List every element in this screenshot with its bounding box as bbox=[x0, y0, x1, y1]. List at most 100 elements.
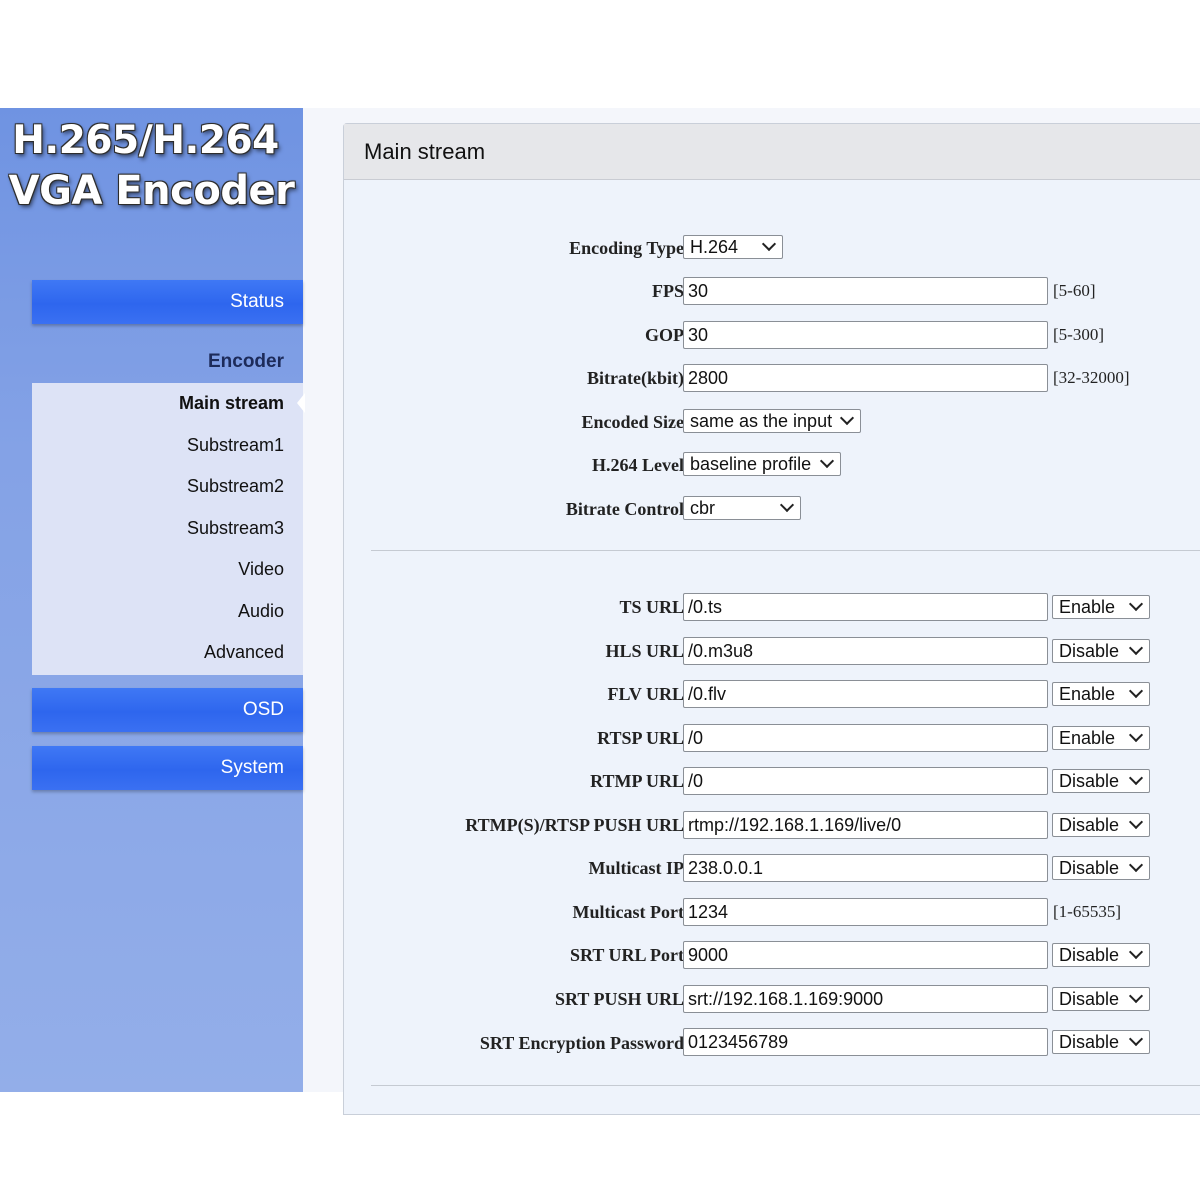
rtmp-url-input[interactable]: /0 bbox=[683, 767, 1048, 795]
encoding-type-select[interactable]: H.264 bbox=[683, 235, 783, 259]
push-url-input[interactable]: rtmp://192.168.1.169/live/0 bbox=[683, 811, 1048, 839]
fps-label: FPS: bbox=[652, 281, 690, 301]
srt-password-state: Disable bbox=[1059, 1032, 1120, 1052]
rtsp-url-state-select[interactable]: Enable bbox=[1052, 726, 1150, 750]
flv-url-input[interactable]: /0.flv bbox=[683, 680, 1048, 708]
srt-push-state-select[interactable]: Disable bbox=[1052, 987, 1150, 1011]
push-url-state-select[interactable]: Disable bbox=[1052, 813, 1150, 837]
gop-label: GOP: bbox=[645, 325, 690, 345]
chevron-down-icon bbox=[1128, 944, 1144, 960]
bitrate-control-value: cbr bbox=[690, 498, 716, 518]
chevron-down-icon bbox=[1128, 814, 1144, 830]
nav-osd-button[interactable]: OSD bbox=[32, 688, 303, 732]
submenu-item-audio[interactable]: Audio bbox=[32, 591, 303, 631]
hls-url-input[interactable]: /0.m3u8 bbox=[683, 637, 1048, 665]
nav-system-button[interactable]: System bbox=[32, 746, 303, 790]
nav-status-button[interactable]: Status bbox=[32, 280, 303, 324]
srt-port-state: Disable bbox=[1059, 945, 1120, 965]
encoder-submenu: Main stream Substream1 Substream2 Substr… bbox=[32, 383, 305, 675]
chevron-down-icon bbox=[1128, 683, 1144, 699]
fps-range: [5-60] bbox=[1053, 281, 1096, 300]
panel-title: Main stream bbox=[364, 139, 486, 164]
logo-title: H.265/H.264 bbox=[12, 118, 279, 163]
multicast-ip-input[interactable]: 238.0.0.1 bbox=[683, 854, 1048, 882]
flv-url-state: Enable bbox=[1059, 684, 1116, 704]
gop-input[interactable]: 30 bbox=[683, 321, 1048, 349]
bitrate-input[interactable]: 2800 bbox=[683, 364, 1048, 392]
multicast-port-range: [1-65535] bbox=[1053, 902, 1121, 921]
srt-push-label: SRT PUSH URL: bbox=[554, 989, 690, 1009]
encoded-size-select[interactable]: same as the input bbox=[683, 409, 861, 433]
multicast-port-label: Multicast Port: bbox=[572, 902, 690, 922]
hls-url-state: Disable bbox=[1059, 641, 1120, 661]
chevron-down-icon bbox=[839, 410, 855, 426]
chevron-down-icon bbox=[1128, 857, 1144, 873]
multicast-ip-state: Disable bbox=[1059, 858, 1120, 878]
h264-level-select[interactable]: baseline profile bbox=[683, 452, 841, 476]
ts-url-state-select[interactable]: Enable bbox=[1052, 595, 1150, 619]
submenu-item-advanced[interactable]: Advanced bbox=[32, 632, 303, 672]
multicast-port-input[interactable]: 1234 bbox=[683, 898, 1048, 926]
encoding-type-value: H.264 bbox=[690, 237, 739, 257]
rtsp-url-input[interactable]: /0 bbox=[683, 724, 1048, 752]
h264-level-value: baseline profile bbox=[690, 454, 812, 474]
chevron-down-icon bbox=[1128, 596, 1144, 612]
ts-url-state: Enable bbox=[1059, 597, 1116, 617]
srt-port-input[interactable]: 9000 bbox=[683, 941, 1048, 969]
rtsp-url-label: RTSP URL: bbox=[597, 728, 690, 748]
srt-password-input[interactable]: 0123456789 bbox=[683, 1028, 1048, 1056]
submenu-item-video[interactable]: Video bbox=[32, 549, 303, 589]
encoded-size-label: Encoded Size: bbox=[581, 412, 690, 432]
fps-input[interactable]: 30 bbox=[683, 277, 1048, 305]
section-divider bbox=[371, 550, 1200, 551]
submenu-item-main-stream[interactable]: Main stream bbox=[32, 383, 303, 423]
chevron-down-icon bbox=[1128, 1031, 1144, 1047]
bitrate-label: Bitrate(kbit): bbox=[587, 368, 690, 388]
rtmp-url-state-select[interactable]: Disable bbox=[1052, 769, 1150, 793]
main-stream-panel: Main stream Encoding Type: H.264 FPS: 30… bbox=[343, 123, 1200, 1115]
chevron-down-icon bbox=[1128, 770, 1144, 786]
submenu-item-substream2[interactable]: Substream2 bbox=[32, 466, 303, 506]
chevron-down-icon bbox=[1128, 727, 1144, 743]
hls-url-label: HLS URL: bbox=[605, 641, 690, 661]
submenu-item-substream3[interactable]: Substream3 bbox=[32, 508, 303, 548]
ts-url-label: TS URL: bbox=[619, 597, 690, 617]
srt-push-state: Disable bbox=[1059, 989, 1120, 1009]
srt-password-state-select[interactable]: Disable bbox=[1052, 1030, 1150, 1054]
encoded-size-value: same as the input bbox=[690, 411, 833, 431]
section-divider bbox=[371, 1085, 1200, 1086]
chevron-down-icon bbox=[1128, 640, 1144, 656]
multicast-ip-state-select[interactable]: Disable bbox=[1052, 856, 1150, 880]
encoding-type-label: Encoding Type: bbox=[569, 238, 690, 258]
active-indicator bbox=[297, 393, 305, 413]
rtmp-url-state: Disable bbox=[1059, 771, 1120, 791]
flv-url-state-select[interactable]: Enable bbox=[1052, 682, 1150, 706]
bitrate-range: [32-32000] bbox=[1053, 368, 1130, 387]
srt-port-label: SRT URL Port: bbox=[569, 945, 690, 965]
h264-level-label: H.264 Level: bbox=[592, 455, 690, 475]
bitrate-control-label: Bitrate Control: bbox=[565, 499, 690, 519]
push-url-state: Disable bbox=[1059, 815, 1120, 835]
rtmp-url-label: RTMP URL: bbox=[590, 771, 690, 791]
rtsp-url-state: Enable bbox=[1059, 728, 1116, 748]
chevron-down-icon bbox=[1128, 988, 1144, 1004]
chevron-down-icon bbox=[819, 453, 835, 469]
multicast-ip-label: Multicast IP: bbox=[588, 858, 690, 878]
app-frame: H.265/H.264 VGA Encoder Status Encoder M… bbox=[0, 108, 1200, 1115]
chevron-down-icon bbox=[761, 236, 777, 252]
nav-encoder-header[interactable]: Encoder bbox=[32, 340, 303, 384]
sidebar: H.265/H.264 VGA Encoder Status Encoder M… bbox=[0, 108, 305, 1092]
gop-range: [5-300] bbox=[1053, 325, 1104, 344]
hls-url-state-select[interactable]: Disable bbox=[1052, 639, 1150, 663]
panel-header: Main stream bbox=[344, 124, 1200, 180]
push-url-label: RTMP(S)/RTSP PUSH URL: bbox=[465, 815, 690, 835]
submenu-item-substream1[interactable]: Substream1 bbox=[32, 425, 303, 465]
srt-push-input[interactable]: srt://192.168.1.169:9000 bbox=[683, 985, 1048, 1013]
logo-subtitle: VGA Encoder bbox=[8, 168, 295, 214]
chevron-down-icon bbox=[779, 497, 795, 513]
bitrate-control-select[interactable]: cbr bbox=[683, 496, 801, 520]
flv-url-label: FLV URL: bbox=[607, 684, 690, 704]
srt-password-label: SRT Encryption Password: bbox=[479, 1033, 690, 1053]
srt-port-state-select[interactable]: Disable bbox=[1052, 943, 1150, 967]
ts-url-input[interactable]: /0.ts bbox=[683, 593, 1048, 621]
